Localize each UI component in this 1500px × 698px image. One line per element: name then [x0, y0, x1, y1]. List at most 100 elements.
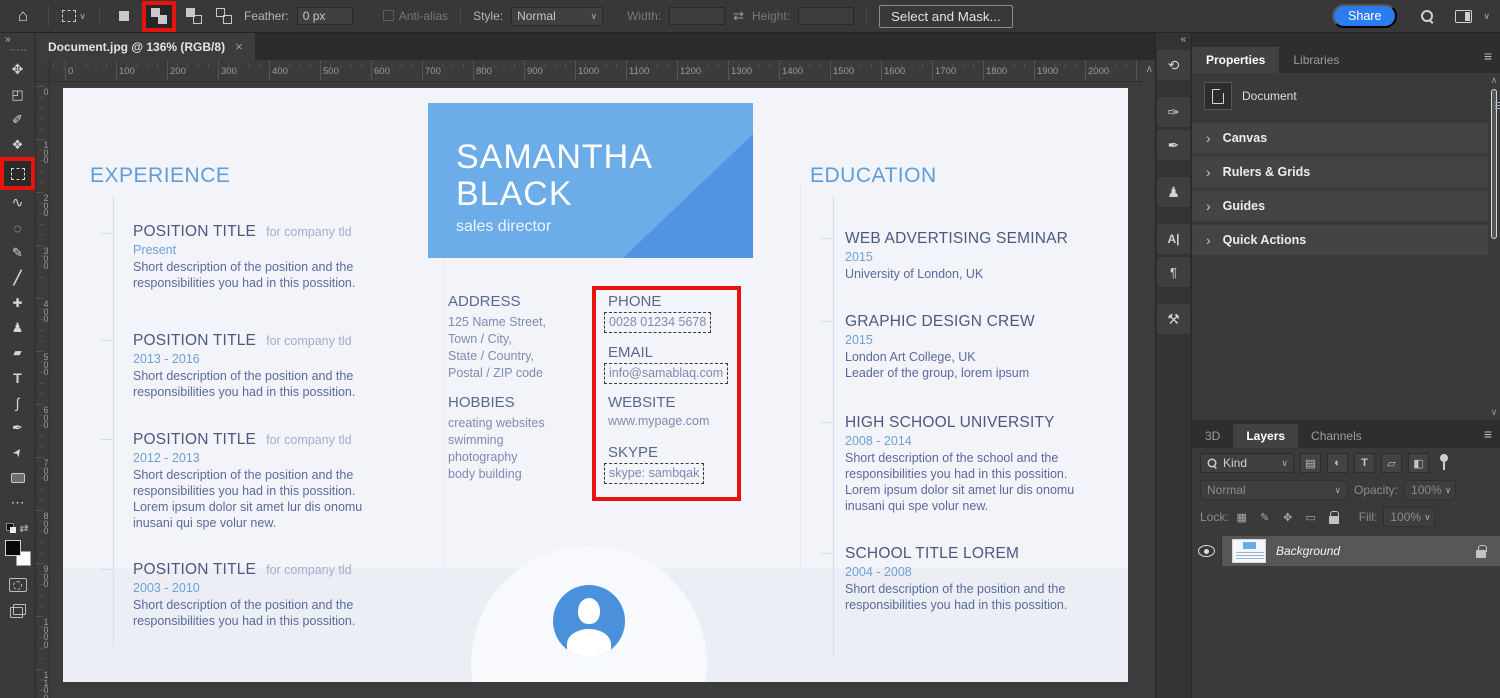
clone-stamp-tool[interactable] [0, 315, 36, 340]
quick-selection-tool[interactable] [0, 215, 36, 240]
new-selection-button[interactable] [112, 4, 136, 28]
filter-type-layers-icon[interactable]: T [1354, 453, 1375, 473]
intersect-selection-button[interactable] [212, 4, 236, 28]
tool-presets-panel-icon[interactable] [1157, 304, 1190, 334]
description: Short description of the school and the … [845, 451, 1075, 513]
pencil-tool[interactable] [0, 240, 36, 265]
fill-value[interactable]: 100% ∨ [1383, 507, 1436, 527]
filter-shape-layers-icon[interactable]: ▱ [1381, 453, 1402, 473]
eyedropper-tool[interactable] [0, 107, 36, 132]
paragraph-panel-icon[interactable] [1157, 257, 1190, 287]
quick-mask-button[interactable] [8, 578, 27, 592]
width-input[interactable] [669, 7, 726, 25]
healing-brush-tool[interactable] [0, 290, 36, 315]
screen-mode-button[interactable] [9, 604, 26, 618]
h-ruler-label: 800 [476, 66, 492, 77]
add-to-selection-button[interactable] [142, 0, 176, 32]
canvas-area[interactable]: 0 100 200 300 400 500 600 700 800 900 1000 1100 1200… [36, 60, 1155, 698]
h-ruler-label: 2000 [1088, 66, 1110, 77]
shape-tool[interactable] [0, 465, 36, 490]
brushes-panel-icon[interactable] [1157, 130, 1190, 160]
section-quick-actions[interactable]: › Quick Actions [1192, 225, 1488, 255]
foreground-color-swatch[interactable] [4, 540, 21, 556]
more-tools-button[interactable] [0, 490, 36, 515]
eraser-tool[interactable] [0, 340, 36, 365]
subtract-from-selection-button[interactable] [182, 4, 206, 28]
marquee-tool-preset[interactable]: ∨ [61, 3, 87, 29]
tab-properties[interactable]: Properties [1192, 47, 1280, 73]
layer-visibility-cell[interactable] [1192, 536, 1222, 566]
tab-libraries[interactable]: Libraries [1279, 47, 1353, 73]
feather-label: Feather: [244, 9, 289, 23]
chevron-down-icon: ∨ [1281, 457, 1288, 468]
vertical-ruler[interactable]: 0 100 200 300 400 500 600 700 800 900 1000 1100 [36, 82, 50, 698]
scroll-up-icon[interactable]: ∧ [1490, 75, 1498, 86]
chevron-down-icon[interactable]: ∨ [1483, 11, 1490, 22]
layer-row-background[interactable]: Background [1192, 536, 1500, 566]
scroll-down-icon[interactable]: ∨ [1490, 407, 1498, 418]
height-input[interactable] [798, 7, 855, 25]
swap-dimensions-icon[interactable]: ⇄ [733, 8, 744, 24]
filter-toggle-icon[interactable] [1439, 454, 1449, 472]
swap-colors-icon[interactable]: ⇄ [6, 519, 29, 537]
lock-position-icon[interactable]: ✥ [1281, 511, 1295, 524]
blend-mode-select[interactable]: Normal ∨ [1200, 480, 1348, 500]
experience-entry: POSITION TITLE for company tld 2013 - 201… [133, 332, 383, 400]
type-tool[interactable] [0, 365, 36, 390]
document-tab[interactable]: Document.jpg @ 136% (RGB/8) × [36, 33, 255, 60]
panel-menu-icon[interactable]: ≡ [1484, 426, 1492, 442]
close-tab-icon[interactable]: × [235, 39, 243, 54]
toolbar-grip[interactable] [9, 49, 26, 51]
lock-transparent-pixels-icon[interactable]: ▦ [1235, 511, 1249, 524]
tab-3d[interactable]: 3D [1192, 424, 1233, 448]
move-tool[interactable] [0, 57, 36, 82]
scroll-up-icon[interactable]: ∧ [1146, 64, 1153, 75]
education-entry: HIGH SCHOOL UNIVERSITY 2008 - 2014 Short… [845, 414, 1095, 514]
scrollbar-thumb[interactable] [1491, 89, 1500, 239]
opacity-value[interactable]: 100% ∨ [1404, 480, 1457, 500]
layer-locked-icon[interactable] [1476, 544, 1487, 558]
style-select[interactable]: Normal ∨ [511, 6, 604, 26]
lock-artboard-icon[interactable]: ▭ [1304, 511, 1318, 524]
feather-input[interactable] [296, 7, 353, 25]
search-icon[interactable] [1419, 8, 1435, 24]
brush-settings-panel-icon[interactable] [1157, 97, 1190, 127]
section-rulers-grids[interactable]: › Rulers & Grids [1192, 157, 1488, 187]
share-button[interactable]: Share [1332, 4, 1398, 28]
collapse-panels-icon[interactable]: « [1156, 33, 1191, 47]
pen-tool[interactable] [0, 415, 36, 440]
filter-kind-select[interactable]: Kind ∨ [1200, 453, 1294, 473]
resume-document[interactable]: EXPERIENCE POSITION TITLE for company tld… [63, 88, 1128, 682]
layer-row-main[interactable]: Background [1222, 536, 1500, 566]
path-selection-tool[interactable] [0, 440, 36, 465]
section-guides[interactable]: › Guides [1192, 191, 1488, 221]
tab-layers[interactable]: Layers [1233, 424, 1299, 448]
lasso-tool[interactable] [0, 190, 36, 215]
brush-tool[interactable] [0, 265, 36, 290]
freeform-pen-tool[interactable] [0, 390, 36, 415]
properties-scrollbar[interactable]: ∧ ∨ [1490, 75, 1500, 418]
lock-all-icon[interactable] [1327, 510, 1341, 524]
history-panel-icon[interactable] [1157, 50, 1190, 80]
clone-source-panel-icon[interactable] [1157, 177, 1190, 207]
crop-tool[interactable] [0, 82, 36, 107]
color-swatches[interactable] [4, 540, 31, 566]
home-icon[interactable]: ⌂ [10, 3, 36, 29]
layer-thumbnail[interactable] [1232, 539, 1266, 563]
tab-channels[interactable]: Channels [1298, 424, 1375, 448]
lock-paint-icon[interactable]: ✎ [1258, 511, 1272, 524]
panel-menu-icon[interactable]: ≡ [1484, 48, 1492, 64]
filter-adjustment-layers-icon[interactable]: ◐ [1327, 453, 1348, 473]
filter-smart-objects-icon[interactable]: ◧ [1408, 453, 1429, 473]
fill-tool[interactable] [0, 132, 36, 157]
rectangular-marquee-tool[interactable] [0, 157, 35, 190]
filter-pixel-layers-icon[interactable]: ▤ [1300, 453, 1321, 473]
section-canvas[interactable]: › Canvas [1192, 123, 1488, 153]
character-panel-icon[interactable] [1157, 224, 1190, 254]
antialias-checkbox[interactable]: Anti-alias [382, 9, 448, 23]
select-and-mask-button[interactable]: Select and Mask... [879, 4, 1013, 28]
workspace-switcher-icon[interactable] [1455, 9, 1473, 23]
collapse-toolbar-icon[interactable]: » [0, 33, 35, 47]
horizontal-ruler[interactable]: 0 100 200 300 400 500 600 700 800 900 1000 1100 1200… [50, 60, 1143, 82]
layers-tab-bar: 3D Layers Channels ≡ [1192, 420, 1500, 448]
